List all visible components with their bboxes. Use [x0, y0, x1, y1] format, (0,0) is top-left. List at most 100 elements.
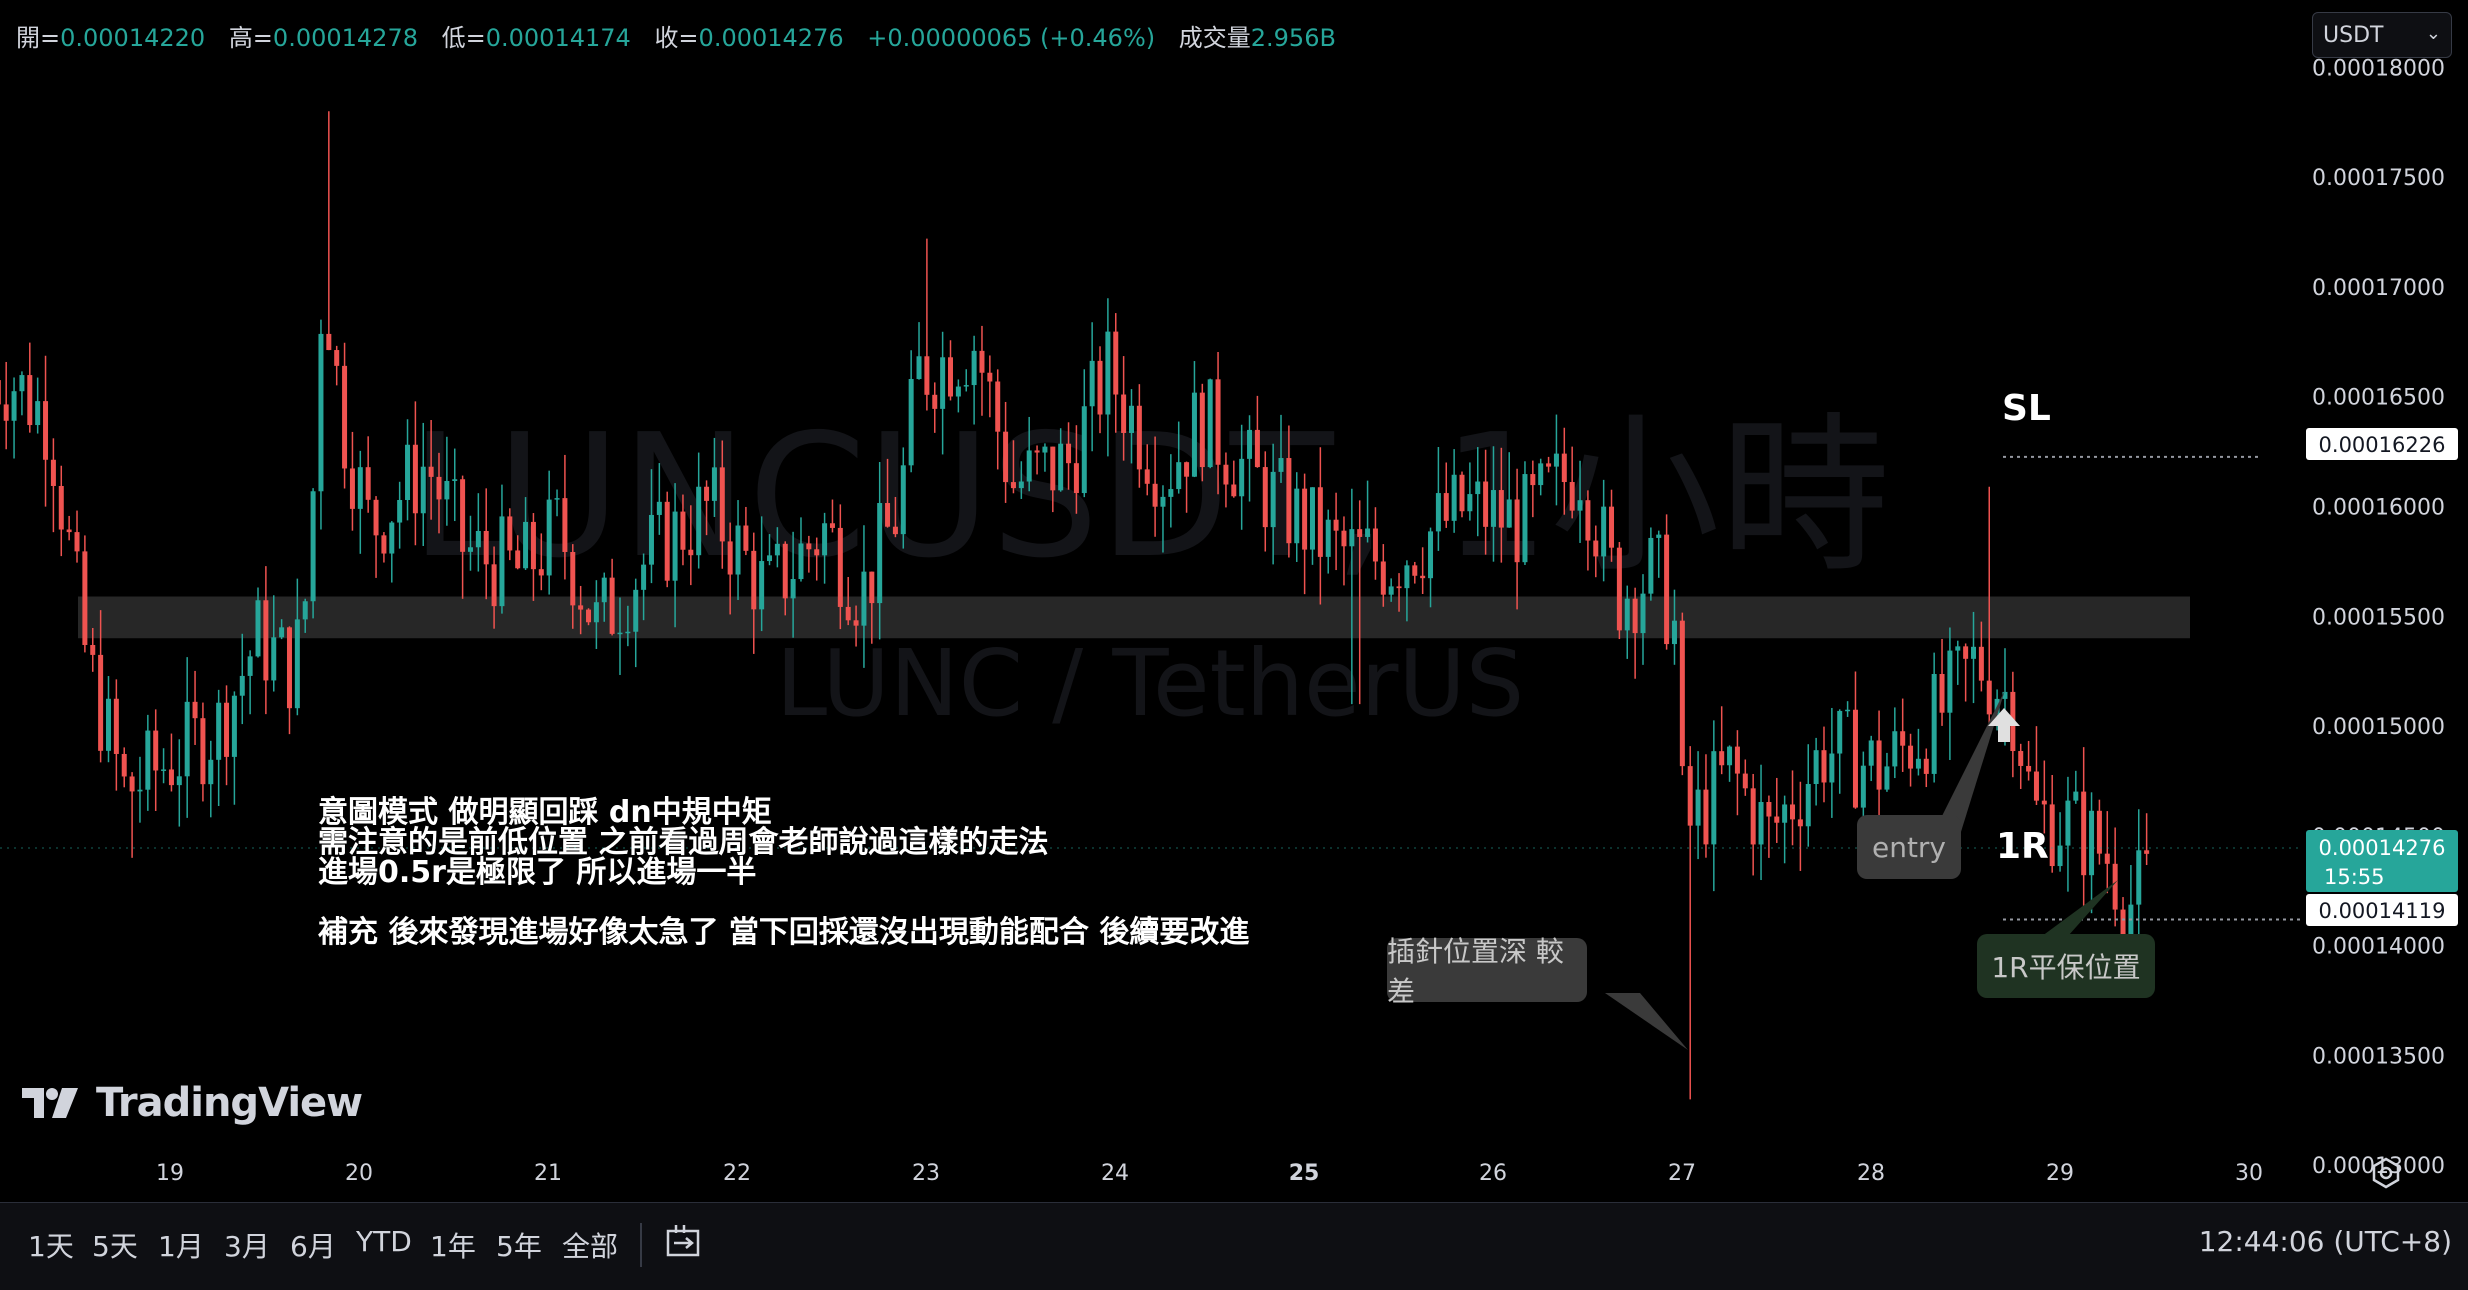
logo-text: TradingView	[96, 1080, 363, 1126]
candle-body	[648, 514, 654, 565]
price-chart[interactable]: LUNCUSDT, 1小時 LUNC / TetherUS SL 1R 0.00…	[0, 0, 2468, 1202]
range-6m[interactable]: 6月	[290, 1225, 336, 1265]
last-price-label: 0.00014276 15:55	[2306, 830, 2458, 892]
replay-icon[interactable]	[662, 1219, 706, 1263]
currency-select[interactable]: USDT ⌄	[2312, 12, 2452, 58]
candle-body	[58, 485, 64, 530]
candle-body	[1081, 406, 1087, 494]
candle-body	[924, 356, 930, 395]
x-tick-label: 22	[723, 1161, 751, 1186]
range-3m[interactable]: 3月	[224, 1225, 270, 1265]
candle-body	[908, 379, 914, 466]
candle-body	[271, 637, 277, 681]
time-axis[interactable]: 19 20 21 22 23 24 25 26 27 28 29 30	[156, 1161, 2263, 1186]
candle-body	[1309, 487, 1315, 550]
candle-body	[129, 776, 135, 792]
candle-body	[405, 444, 411, 501]
candle-body	[507, 516, 513, 551]
x-tick-label: 20	[345, 1161, 373, 1186]
open-label: 開=	[16, 24, 61, 52]
trade-notes[interactable]: 意圖模式 做明顯回踩 dn中規中矩 需注意的是前低位置 之前看過周會老師說過這樣…	[318, 798, 1249, 948]
close-label: 收=	[654, 24, 699, 52]
candle-body	[428, 466, 434, 477]
candle-body	[1640, 593, 1646, 634]
candle-body	[1695, 789, 1701, 826]
gear-icon[interactable]	[2370, 1157, 2402, 1189]
sl-price-label: 0.00016226	[2306, 428, 2458, 460]
candle-body	[743, 525, 749, 551]
candle-body	[593, 602, 599, 623]
candle-body	[656, 501, 662, 515]
candle-body	[1931, 673, 1937, 774]
breakeven-callout[interactable]: 1R平保位置	[1977, 934, 2155, 998]
high-value: 0.00014278	[272, 24, 418, 52]
candle-body	[877, 503, 883, 604]
candle-body	[751, 550, 757, 610]
candle-body	[255, 600, 261, 657]
y-tick-label: 0.00015000	[2312, 715, 2445, 740]
candle-body	[460, 479, 466, 552]
candle-body	[2112, 863, 2118, 910]
candle-body	[1876, 740, 1882, 790]
wick-callout-tail	[1605, 993, 1688, 1050]
candle-body	[1231, 484, 1237, 497]
candle-body	[365, 467, 371, 500]
candle-body	[2041, 800, 2047, 805]
candle-body	[1003, 431, 1009, 483]
candle-body	[357, 467, 363, 509]
candle-body	[633, 589, 639, 632]
x-tick-label: 26	[1479, 1161, 1507, 1186]
candle-body	[1664, 534, 1670, 645]
candle-body	[2096, 810, 2102, 854]
wick-callout[interactable]: 插針位置深 較差	[1387, 935, 1587, 1008]
range-1y[interactable]: 1年	[430, 1225, 476, 1265]
candle-body	[601, 577, 607, 603]
candle-body	[1317, 487, 1323, 557]
candle-body	[1577, 500, 1583, 511]
candle-body	[0, 380, 1, 405]
range-ytd[interactable]: YTD	[356, 1225, 412, 1258]
candle-body	[3, 404, 9, 421]
price-axis[interactable]: 0.000130000.000135000.000140000.00014500…	[2312, 56, 2445, 1179]
candle-body	[1514, 499, 1520, 563]
candle-body	[1089, 360, 1095, 407]
ohlc-legend: 開=0.00014220 高=0.00014278 低=0.00014174 收…	[16, 18, 1352, 53]
range-5d[interactable]: 5天	[92, 1225, 138, 1265]
candle-body	[2065, 800, 2071, 846]
candle-body	[1239, 458, 1245, 497]
candle-body	[1152, 483, 1158, 507]
candle-body	[1184, 462, 1190, 477]
candle-body	[11, 391, 17, 421]
candle-body	[192, 701, 198, 719]
range-all[interactable]: 全部	[562, 1225, 618, 1265]
y-tick-label: 0.00013500	[2312, 1044, 2445, 1069]
range-5y[interactable]: 5年	[496, 1225, 542, 1265]
breakeven-price-label: 0.00014119	[2306, 894, 2458, 926]
candle-body	[1396, 586, 1402, 589]
volume-label: 成交量	[1178, 24, 1251, 52]
candle-body	[444, 480, 450, 500]
range-1m[interactable]: 1月	[158, 1225, 204, 1265]
x-tick-label: 30	[2235, 1161, 2263, 1186]
candle-body	[1852, 709, 1858, 808]
candle-body	[1734, 746, 1740, 774]
candle-body	[530, 521, 536, 570]
tradingview-logo[interactable]: TradingView	[22, 1078, 363, 1128]
candle-body	[1813, 750, 1819, 785]
candle-body	[1121, 394, 1127, 433]
candle-body	[790, 579, 796, 599]
candle-body	[845, 606, 851, 621]
y-tick-label: 0.00014000	[2312, 935, 2445, 960]
range-1d[interactable]: 1天	[28, 1225, 74, 1265]
candle-body	[1538, 463, 1544, 486]
svg-text:15:55: 15:55	[2324, 865, 2385, 889]
change-value: +0.00000065 (+0.46%)	[867, 24, 1156, 52]
candle-body	[1553, 453, 1559, 467]
candle-body	[1420, 575, 1426, 579]
entry-callout[interactable]: entry	[1857, 815, 1961, 879]
candle-body	[1656, 534, 1662, 538]
candle-body	[1616, 547, 1622, 631]
candle-body	[176, 776, 182, 786]
candle-body	[113, 698, 119, 754]
support-zone[interactable]	[78, 596, 2190, 639]
